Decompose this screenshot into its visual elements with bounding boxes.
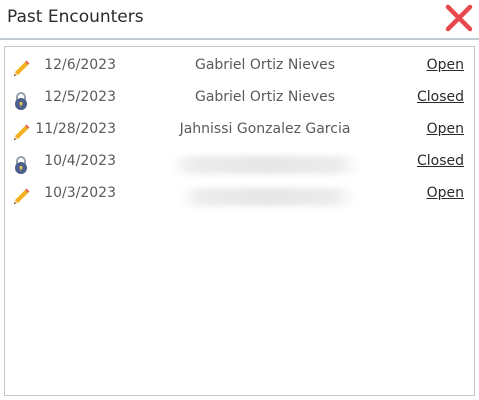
close-button[interactable] bbox=[444, 3, 474, 33]
encounter-row[interactable]: 12/6/2023 Gabriel Ortiz Nieves Open bbox=[5, 52, 474, 82]
past-encounters-dialog: Past Encounters 12/6/2023 Gabriel Ortiz … bbox=[0, 0, 479, 400]
encounter-row[interactable]: 10/4/2023 Closed bbox=[5, 148, 474, 178]
encounter-date: 12/6/2023 bbox=[44, 57, 116, 73]
encounter-date: 10/3/2023 bbox=[44, 185, 116, 201]
status-link[interactable]: Closed bbox=[417, 89, 464, 105]
dialog-title: Past Encounters bbox=[7, 7, 144, 27]
encounter-row[interactable]: 10/3/2023 Open bbox=[5, 180, 474, 210]
lock-icon bbox=[15, 156, 27, 174]
provider-name bbox=[170, 156, 360, 174]
status-link[interactable]: Closed bbox=[417, 153, 464, 169]
encounter-row[interactable]: 11/28/2023 Jahnissi Gonzalez Garcia Open bbox=[5, 116, 474, 146]
encounter-date: 10/4/2023 bbox=[44, 153, 116, 169]
encounter-row[interactable]: 12/5/2023 Gabriel Ortiz Nieves Closed bbox=[5, 84, 474, 114]
close-icon bbox=[445, 4, 473, 32]
pencil-icon bbox=[14, 124, 30, 140]
encounters-list: 12/6/2023 Gabriel Ortiz Nieves Open 12/5… bbox=[4, 46, 475, 396]
provider-name: Gabriel Ortiz Nieves bbox=[194, 57, 336, 73]
pencil-icon bbox=[14, 60, 30, 76]
provider-name bbox=[180, 188, 355, 206]
status-link[interactable]: Open bbox=[427, 121, 464, 137]
status-link[interactable]: Open bbox=[427, 57, 464, 73]
pencil-icon bbox=[14, 188, 30, 204]
encounter-date: 12/5/2023 bbox=[44, 89, 116, 105]
lock-icon bbox=[15, 92, 27, 110]
status-link[interactable]: Open bbox=[427, 185, 464, 201]
encounter-date: 11/28/2023 bbox=[35, 121, 116, 137]
provider-name: Gabriel Ortiz Nieves bbox=[194, 89, 336, 105]
provider-name: Jahnissi Gonzalez Garcia bbox=[179, 121, 351, 137]
dialog-header: Past Encounters bbox=[0, 0, 479, 40]
